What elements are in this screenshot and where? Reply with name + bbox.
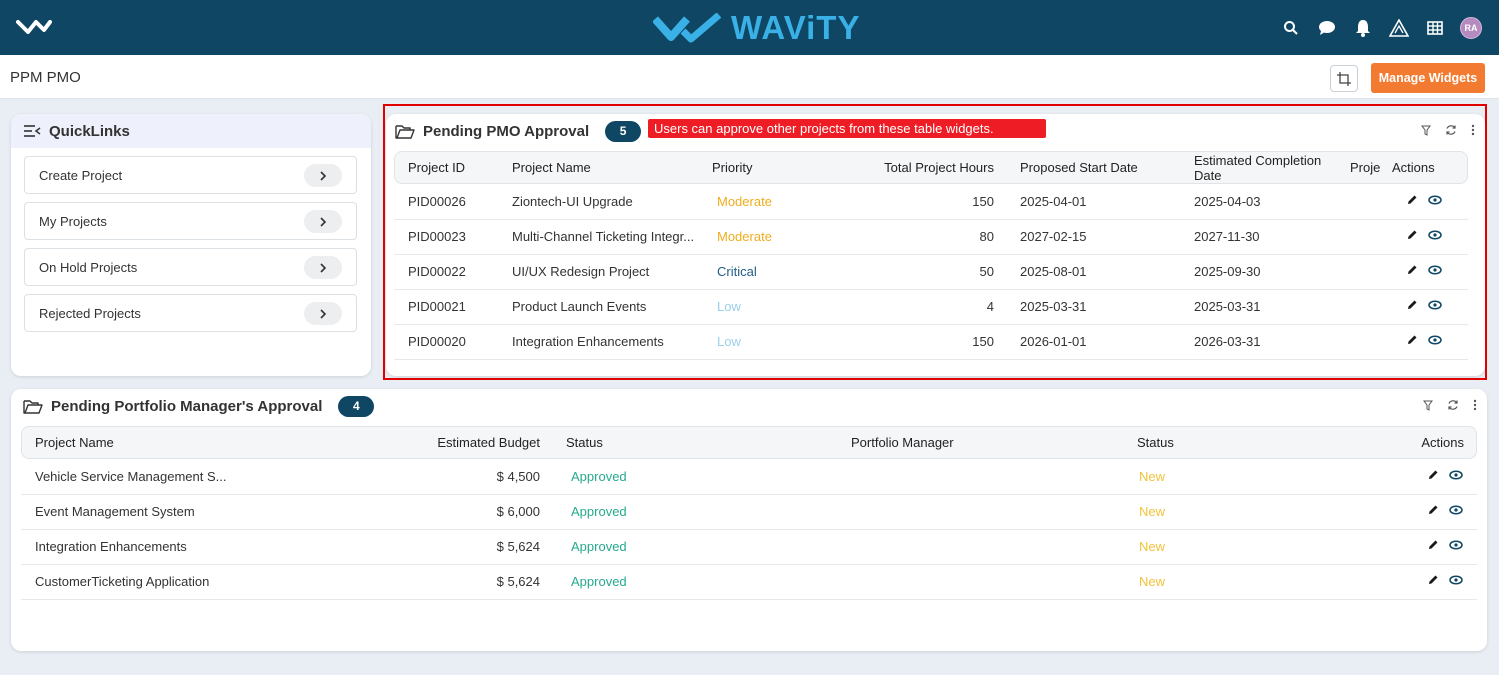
search-icon[interactable] — [1277, 14, 1305, 42]
manage-widgets-button[interactable]: Manage Widgets — [1371, 63, 1485, 93]
cell-status-2: New — [1121, 459, 1371, 495]
cell-project-name: Integration Enhancements — [21, 529, 401, 565]
cell-portfolio-manager — [831, 564, 1121, 600]
widget-title: Pending Portfolio Manager's Approval — [51, 397, 323, 415]
edit-pencil-icon[interactable] — [1427, 504, 1439, 516]
filter-icon[interactable] — [1423, 400, 1433, 411]
cell-status: Approved — [551, 564, 831, 600]
page-header: PPM PMO Manage Widgets — [0, 55, 1499, 99]
quicklink-rejected-projects[interactable]: Rejected Projects — [24, 294, 357, 332]
cell-budget: $ 6,000 — [401, 494, 551, 530]
page-title: PPM PMO — [10, 69, 81, 86]
column-header-status[interactable]: Status — [551, 426, 831, 459]
crop-icon — [1337, 71, 1351, 86]
table-row[interactable]: Event Management System $ 6,000 Approved… — [21, 494, 1477, 530]
annotation-callout: Users can approve other projects from th… — [648, 119, 1046, 138]
user-avatar[interactable]: RA — [1457, 14, 1485, 42]
widget-header: Pending Portfolio Manager's Approval 4 — [11, 389, 1487, 423]
top-nav-bar: WAViTY RA — [0, 0, 1499, 55]
view-eye-icon[interactable] — [1449, 470, 1463, 480]
brand-check-icon — [653, 13, 722, 43]
column-header-estimated-budget[interactable]: Estimated Budget — [401, 426, 551, 459]
quicklink-label: Create Project — [39, 167, 123, 183]
quicklink-label: Rejected Projects — [39, 305, 141, 321]
column-header-project-name[interactable]: Project Name — [21, 426, 401, 459]
crop-button[interactable] — [1330, 65, 1358, 92]
chevron-right-icon[interactable] — [304, 210, 342, 233]
column-header-status-2[interactable]: Status — [1121, 426, 1371, 459]
cell-status-2: New — [1121, 529, 1371, 565]
cell-budget: $ 4,500 — [401, 459, 551, 495]
portfolio-approval-table: Project Name Estimated Budget Status Por… — [21, 426, 1477, 600]
view-eye-icon[interactable] — [1449, 575, 1463, 585]
quicklink-my-projects[interactable]: My Projects — [24, 202, 357, 240]
quicklink-create-project[interactable]: Create Project — [24, 156, 357, 194]
pending-portfolio-manager-approval-widget: Pending Portfolio Manager's Approval 4 P… — [11, 389, 1487, 651]
folder-open-icon — [23, 400, 43, 414]
collapse-menu-icon[interactable] — [23, 124, 41, 138]
cell-budget: $ 5,624 — [401, 564, 551, 600]
quicklink-label: My Projects — [39, 213, 107, 229]
chevron-right-icon[interactable] — [304, 164, 342, 187]
warning-icon[interactable] — [1385, 14, 1413, 42]
cell-portfolio-manager — [831, 529, 1121, 565]
column-header-portfolio-manager[interactable]: Portfolio Manager — [831, 426, 1121, 459]
bell-icon[interactable] — [1349, 14, 1377, 42]
table-row[interactable]: CustomerTicketing Application $ 5,624 Ap… — [21, 564, 1477, 600]
chevron-right-icon[interactable] — [304, 256, 342, 279]
edit-pencil-icon[interactable] — [1427, 469, 1439, 481]
quicklinks-title: QuickLinks — [49, 122, 130, 140]
cell-project-name: Event Management System — [21, 494, 401, 530]
chat-icon[interactable] — [1313, 14, 1341, 42]
view-eye-icon[interactable] — [1449, 540, 1463, 550]
cell-status: Approved — [551, 459, 831, 495]
brand-logo: WAViTY — [653, 9, 860, 47]
column-header-actions: Actions — [1421, 435, 1464, 450]
cell-project-name: CustomerTicketing Application — [21, 564, 401, 600]
table-row[interactable]: Integration Enhancements $ 5,624 Approve… — [21, 529, 1477, 565]
cell-project-name: Vehicle Service Management S... — [21, 459, 401, 495]
more-vertical-icon[interactable] — [1473, 399, 1477, 411]
quicklink-on-hold-projects[interactable]: On Hold Projects — [24, 248, 357, 286]
cell-status-2: New — [1121, 494, 1371, 530]
annotation-highlight-box — [383, 104, 1487, 380]
quicklinks-widget: QuickLinks Create Project My Projects On… — [11, 114, 371, 376]
refresh-icon[interactable] — [1447, 399, 1459, 411]
cell-status: Approved — [551, 529, 831, 565]
table-header-row: Project Name Estimated Budget Status Por… — [21, 426, 1477, 459]
count-badge: 4 — [338, 395, 375, 417]
cell-status: Approved — [551, 494, 831, 530]
cell-portfolio-manager — [831, 459, 1121, 495]
cell-budget: $ 5,624 — [401, 529, 551, 565]
cell-status-2: New — [1121, 564, 1371, 600]
grid-icon[interactable] — [1421, 14, 1449, 42]
logo-check-icon[interactable] — [16, 16, 52, 38]
quicklinks-header: QuickLinks — [11, 114, 371, 148]
quicklink-label: On Hold Projects — [39, 259, 138, 275]
table-row[interactable]: Vehicle Service Management S... $ 4,500 … — [21, 459, 1477, 495]
chevron-right-icon[interactable] — [304, 302, 342, 325]
edit-pencil-icon[interactable] — [1427, 539, 1439, 551]
avatar-initials: RA — [1460, 17, 1482, 39]
edit-pencil-icon[interactable] — [1427, 574, 1439, 586]
view-eye-icon[interactable] — [1449, 505, 1463, 515]
cell-portfolio-manager — [831, 494, 1121, 530]
brand-name: WAViTY — [731, 9, 861, 46]
